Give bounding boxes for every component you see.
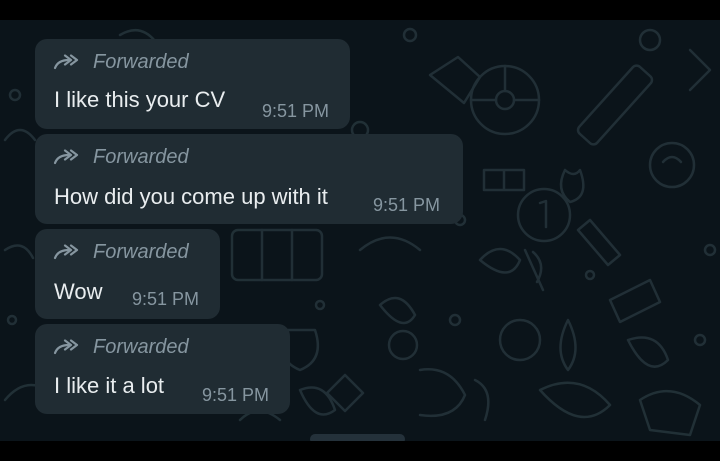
message-timestamp: 9:51 PM <box>132 289 200 309</box>
message-text: Wow <box>54 279 103 304</box>
forwarded-label: Forwarded <box>53 239 189 265</box>
date-chip <box>310 434 405 441</box>
forwarded-text: Forwarded <box>93 50 189 73</box>
navigation-bar <box>0 441 720 461</box>
forwarded-label: Forwarded <box>53 49 189 75</box>
status-bar <box>0 0 720 20</box>
forwarded-text: Forwarded <box>93 335 189 358</box>
message-text: I like it a lot <box>54 373 165 398</box>
forwarded-text: Forwarded <box>93 145 189 168</box>
message-text: I like this your CV <box>54 87 226 112</box>
forwarded-text: Forwarded <box>93 240 189 263</box>
forward-arrow-icon <box>53 149 79 165</box>
message-timestamp: 9:51 PM <box>202 385 270 405</box>
message-text: How did you come up with it <box>54 184 328 209</box>
chat-message-list[interactable]: Forwarded I like this your CV 9:51 PM Fo… <box>0 20 720 441</box>
message-bubble[interactable]: Forwarded How did you come up with it 9:… <box>35 134 463 224</box>
message-bubble[interactable]: Forwarded I like it a lot 9:51 PM <box>35 324 290 414</box>
message-timestamp: 9:51 PM <box>373 195 441 215</box>
forward-arrow-icon <box>53 54 79 70</box>
message-bubble[interactable]: Forwarded I like this your CV 9:51 PM <box>35 39 350 129</box>
message-bubble[interactable]: Forwarded Wow 9:51 PM <box>35 229 220 319</box>
forwarded-label: Forwarded <box>53 334 189 360</box>
forward-arrow-icon <box>53 339 79 355</box>
forward-arrow-icon <box>53 244 79 260</box>
message-timestamp: 9:51 PM <box>262 101 330 121</box>
chat-screen: Forwarded I like this your CV 9:51 PM Fo… <box>0 0 720 461</box>
forwarded-label: Forwarded <box>53 144 189 170</box>
